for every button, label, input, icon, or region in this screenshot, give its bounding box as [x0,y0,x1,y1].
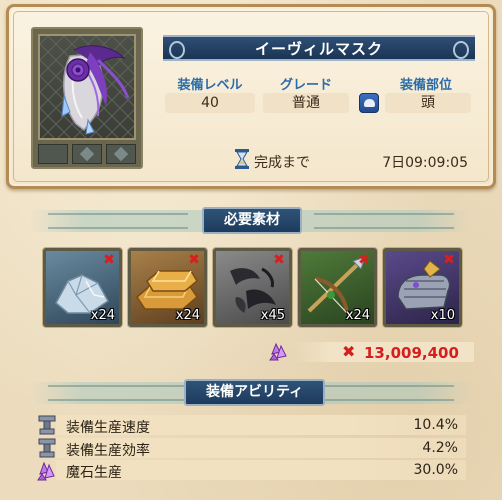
hourglass-icon [235,149,249,169]
materials-title: 必要素材 [202,207,302,234]
level-label: 装備レベル [177,78,243,93]
missing-mark-icon: ✖ [103,252,115,268]
ability-value: 30.0% [413,462,458,478]
missing-mark-icon: ✖ [188,252,200,268]
material-slot[interactable]: ✖ x24 [128,248,207,327]
level-value: 40 [165,93,255,113]
material-slot[interactable]: ✖ x10 [383,248,462,327]
anvil-icon [38,438,56,458]
part-value: 頭 [385,93,471,113]
ornament [48,385,188,401]
magic-stone-cost: ✖ 13,009,400 [260,340,476,364]
gem-slot [106,144,136,164]
missing-mark-icon: ✖ [358,252,370,268]
material-count: x24 [345,308,370,323]
material-count: x45 [260,308,285,323]
part-label: 装備部位 [399,78,452,93]
missing-mark-icon: ✖ [443,252,455,268]
item-icon-frame[interactable] [31,27,143,169]
grade-label: グレード [279,78,332,93]
ability-label: 装備生産効率 [66,443,150,459]
item-name-banner: イーヴィルマスク [163,35,475,61]
grade-value: 普通 [263,93,349,113]
ornament [314,213,454,229]
evil-mask-icon [38,34,136,140]
magic-stone-cost-value: 13,009,400 [364,344,459,362]
ability-row: 装備生産効率 4.2% [36,438,466,459]
gem-slots [38,144,136,164]
material-count: x10 [430,308,455,323]
timer-label: 完成まで [254,155,310,171]
ability-value: 10.4% [413,417,458,433]
ability-label: 魔石生産 [66,465,122,481]
ability-label: 装備生産速度 [66,420,150,436]
gem-slot [38,144,68,164]
anvil-icon [38,415,56,435]
item-name: イーヴィルマスク [254,39,383,58]
magic-stone-icon [37,461,55,481]
material-slot[interactable]: ✖ x24 [298,248,377,327]
material-count: x24 [90,308,115,323]
ability-row: 装備生産速度 10.4% [36,415,466,436]
material-slot[interactable]: ✖ x45 [213,248,292,327]
magic-stone-icon [269,342,287,361]
material-slot[interactable]: ✖ x24 [43,248,122,327]
materials-section-header: 必要素材 [30,207,472,234]
material-count: x24 [175,308,200,323]
gem-slot [72,144,102,164]
ability-row: 魔石生産 30.0% [36,460,466,481]
timer-value: 7日09:09:05 [382,155,468,171]
ability-value: 4.2% [422,440,458,456]
helmet-icon [359,93,379,113]
ornament [48,213,188,229]
abilities-title: 装備アビリティ [184,379,326,406]
insufficient-mark-icon: ✖ [342,342,356,361]
item-detail-card: イーヴィルマスク 装備レベル 40 グレード 普通 装備部位 頭 完成まで 7日… [6,4,496,189]
ornament [314,385,454,401]
abilities-section-header: 装備アビリティ [30,379,472,406]
missing-mark-icon: ✖ [273,252,285,268]
